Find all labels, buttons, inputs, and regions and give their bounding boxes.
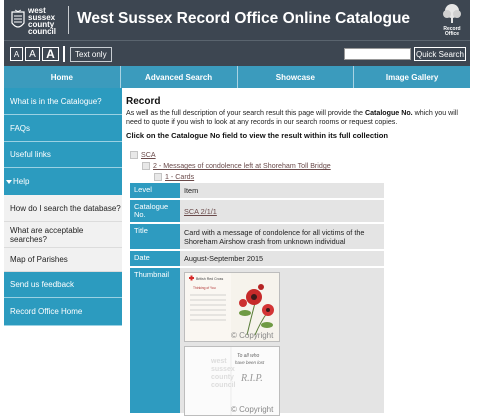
sidebar-item-useful-links[interactable]: Useful links xyxy=(4,142,122,168)
accessbar-divider xyxy=(63,46,65,62)
sidebar-item-label: Map of Parishes xyxy=(10,255,68,264)
page-frame: west sussex county council West Sussex R… xyxy=(4,0,470,416)
click-instruction: Click on the Catalogue No field to view … xyxy=(126,131,389,140)
desc-text: As well as the full description of your … xyxy=(126,109,365,117)
quick-search-input[interactable] xyxy=(344,48,411,60)
folder-icon xyxy=(130,151,138,159)
card-handwriting: To all who xyxy=(237,353,260,359)
field-value: Item xyxy=(184,186,199,195)
header-divider xyxy=(68,6,69,34)
card-handwriting: R.I.P. xyxy=(240,373,263,384)
record-office-logo[interactable]: Record Office xyxy=(441,3,463,37)
nav-advanced-search[interactable]: Advanced Search xyxy=(121,66,238,88)
row-catalogue-no: Catalogue No. SCA 2/1/1 xyxy=(130,200,384,222)
sidebar-item-catalogue[interactable]: What is in the Catalogue? xyxy=(4,88,122,115)
sidebar-item-faqs[interactable]: FAQs xyxy=(4,115,122,142)
row-date: Date August-September 2015 xyxy=(130,251,384,266)
site-header: west sussex county council West Sussex R… xyxy=(4,0,470,40)
sidebar-item-help[interactable]: Help xyxy=(4,168,122,195)
tree-icon xyxy=(443,4,461,23)
nav-image-gallery[interactable]: Image Gallery xyxy=(354,66,470,88)
council-crest-icon xyxy=(11,9,25,28)
tree-node-level-2: 2 - Messages of condolence left at Shore… xyxy=(142,162,331,170)
thumbnail-card-2[interactable]: To all who have been lost R.I.P. west su… xyxy=(184,346,280,416)
field-value: Card with a message of condolence for al… xyxy=(184,228,365,246)
quick-search-button[interactable]: Quick Search xyxy=(414,47,466,61)
sidebar-item-record-office-home[interactable]: Record Office Home xyxy=(4,298,122,326)
caret-down-icon xyxy=(6,179,12,184)
catalogue-no-link[interactable]: SCA 2/1/1 xyxy=(184,207,217,216)
card-brand: British Red Cross xyxy=(196,277,223,281)
field-label: Date xyxy=(130,251,180,266)
font-size-medium-button[interactable]: A xyxy=(25,47,40,61)
tree-link[interactable]: 2 - Messages of condolence left at Shore… xyxy=(153,162,331,170)
sidebar-item-label: How do I search the database? xyxy=(10,203,121,213)
sidebar-item-feedback[interactable]: Send us feedback xyxy=(4,272,122,298)
tree-node-level-3: 1 - Cards xyxy=(154,173,194,181)
watermark-text: council xyxy=(211,382,236,389)
copyright-watermark: © Copyright xyxy=(231,331,274,340)
watermark-text: west xyxy=(210,358,227,365)
sidebar-subitem-how-to-search[interactable]: How do I search the database? xyxy=(4,195,122,222)
site-title: West Sussex Record Office Online Catalog… xyxy=(77,10,411,27)
sidebar-item-label: Help xyxy=(13,177,30,186)
record-description: As well as the full description of your … xyxy=(126,109,468,127)
sidebar-item-label: FAQs xyxy=(10,123,31,133)
sidebar-item-label: Record Office Home xyxy=(10,307,83,316)
field-label: Level xyxy=(130,183,180,198)
field-value: August-September 2015 xyxy=(184,254,264,263)
accessibility-bar: A A A Text only Quick Search xyxy=(4,40,470,67)
sidebar-subitem-map-of-parishes[interactable]: Map of Parishes xyxy=(4,248,122,272)
folder-icon xyxy=(142,162,150,170)
row-level: Level Item xyxy=(130,183,384,198)
text-only-button[interactable]: Text only xyxy=(70,47,112,62)
sidebar-item-label: What is in the Catalogue? xyxy=(10,96,102,106)
council-logo[interactable]: west sussex county council xyxy=(11,5,63,36)
watermark-text: sussex xyxy=(211,366,235,373)
page-title: Record xyxy=(126,96,161,107)
council-logo-text: west sussex county council xyxy=(28,6,57,36)
field-label: Catalogue No. xyxy=(130,200,180,222)
thumbnail-card-1[interactable]: British Red Cross Thinking of You © Copy… xyxy=(184,272,280,342)
copyright-watermark: © Copyright xyxy=(231,405,274,414)
sidebar: What is in the Catalogue? FAQs Useful li… xyxy=(4,88,122,411)
card-heading: Thinking of You xyxy=(193,286,216,290)
card-handwriting: have been lost xyxy=(235,360,265,365)
field-label: Title xyxy=(130,224,180,249)
field-value: SCA 2/1/1 xyxy=(184,207,380,216)
row-thumbnail: Thumbnail British Red Cross Thinking of … xyxy=(130,268,384,416)
row-title: Title Card with a message of condolence … xyxy=(130,224,384,249)
nav-home[interactable]: Home xyxy=(4,66,121,88)
logo-line: council xyxy=(28,26,57,36)
tree-node-level-1: SCA xyxy=(130,151,156,159)
tree-link[interactable]: 1 - Cards xyxy=(165,173,194,181)
sidebar-item-label: Useful links xyxy=(10,150,51,159)
main-nav: Home Advanced Search Showcase Image Gall… xyxy=(4,66,470,88)
field-label: Thumbnail xyxy=(130,268,180,413)
watermark-text: county xyxy=(211,374,234,381)
desc-emphasis: Catalogue No. xyxy=(364,109,413,117)
sidebar-item-label: What are acceptable searches? xyxy=(10,225,84,244)
font-size-large-button[interactable]: A xyxy=(42,47,59,61)
tree-link[interactable]: SCA xyxy=(141,151,156,159)
nav-showcase[interactable]: Showcase xyxy=(238,66,355,88)
ro-logo-line: Office xyxy=(444,31,460,37)
folder-icon xyxy=(154,173,162,181)
sidebar-subitem-acceptable-searches[interactable]: What are acceptable searches? xyxy=(4,222,122,248)
font-size-small-button[interactable]: A xyxy=(10,47,23,61)
sidebar-item-label: Send us feedback xyxy=(10,280,75,289)
